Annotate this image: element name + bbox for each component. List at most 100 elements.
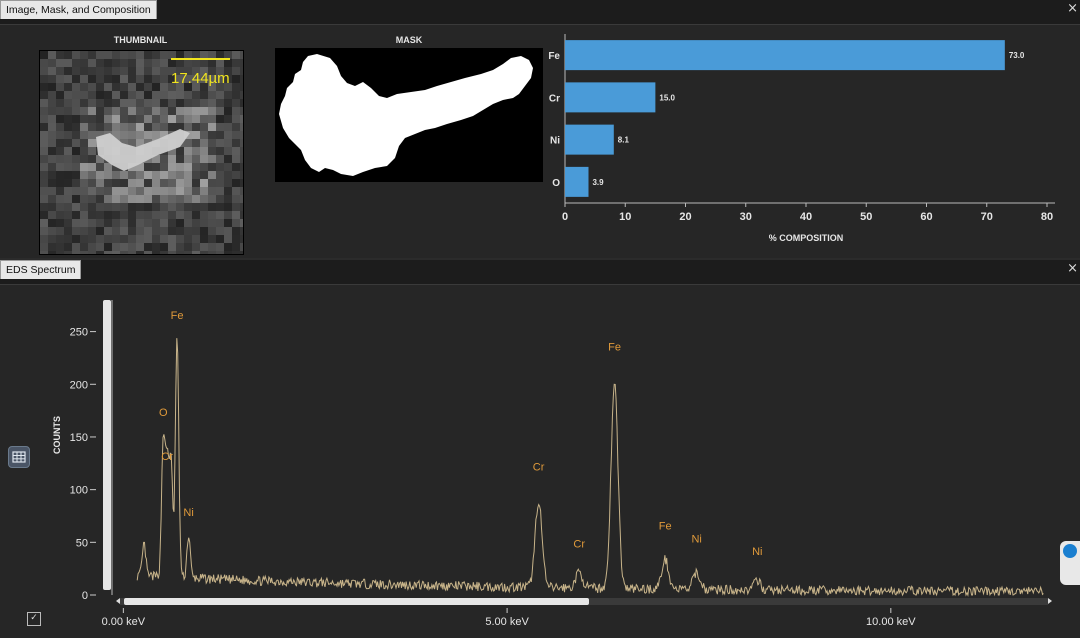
thumbnail-pixel (216, 195, 224, 203)
thumbnail-pixel (72, 139, 80, 147)
thumbnail-pixel (144, 203, 152, 211)
thumbnail-pixel (40, 251, 48, 254)
thumbnail-pixel (72, 99, 80, 107)
composition-category-label: Fe (548, 51, 560, 62)
thumbnail-pixel (208, 227, 216, 235)
thumbnail-pixel (96, 211, 104, 219)
thumbnail-pixel (136, 243, 144, 251)
thumbnail-pixel (240, 83, 243, 91)
right-dock-icon[interactable] (1060, 541, 1080, 585)
thumbnail-pixel (224, 115, 232, 123)
thumbnail-pixel (72, 163, 80, 171)
thumbnail-pixel (176, 251, 184, 254)
thumbnail-pixel (72, 75, 80, 83)
thumbnail-pixel (120, 195, 128, 203)
thumbnail-pixel (120, 59, 128, 67)
thumbnail-pixel (176, 187, 184, 195)
thumbnail-pixel (168, 155, 176, 163)
thumbnail-pixel (72, 107, 80, 115)
thumbnail-pixel (144, 131, 152, 139)
thumbnail-pixel (192, 243, 200, 251)
thumbnail-pixel (64, 83, 72, 91)
thumbnail-pixel (192, 171, 200, 179)
tab-image-mask-composition[interactable]: Image, Mask, and Composition (0, 0, 157, 19)
thumbnail-pixel (88, 51, 96, 59)
thumbnail-pixel (192, 203, 200, 211)
thumbnail-pixel (80, 219, 88, 227)
thumbnail-pixel (72, 59, 80, 67)
thumbnail-pixel (48, 107, 56, 115)
thumbnail-pixel (40, 187, 48, 195)
mask-header: MASK (395, 35, 423, 45)
peak-label-ni: Ni (691, 533, 701, 545)
thumbnail-pixel (88, 243, 96, 251)
thumbnail-pixel (208, 235, 216, 243)
thumbnail-pixel (48, 99, 56, 107)
thumbnail-pixel (152, 51, 160, 59)
thumbnail-pixel (136, 59, 144, 67)
checkbox-icon[interactable]: ✓ (27, 612, 41, 626)
thumbnail-pixel (88, 251, 96, 254)
thumbnail-pixel (56, 91, 64, 99)
thumbnail-pixel (48, 163, 56, 171)
thumbnail-pixel (160, 179, 168, 187)
thumbnail-pixel (160, 171, 168, 179)
thumbnail-pixel (112, 171, 120, 179)
thumbnail-pixel (56, 187, 64, 195)
thumbnail-pixel (48, 115, 56, 123)
thumbnail-pixel (40, 115, 48, 123)
thumbnail-pixel (176, 99, 184, 107)
thumbnail-pixel (80, 139, 88, 147)
thumbnail-pixel (176, 219, 184, 227)
thumbnail-pixel (184, 251, 192, 254)
thumbnail-pixel (120, 115, 128, 123)
tab-eds-spectrum[interactable]: EDS Spectrum (0, 260, 82, 279)
eds-y-tick-label: 250 (70, 327, 88, 339)
thumbnail-pixel (152, 235, 160, 243)
thumbnail-pixel (80, 211, 88, 219)
thumbnail-pixel (216, 219, 224, 227)
thumbnail-pixel (152, 219, 160, 227)
thumbnail-pixel (136, 83, 144, 91)
thumbnail-pixel (208, 163, 216, 171)
thumbnail-pixel (216, 115, 224, 123)
composition-axis-title: % COMPOSITION (769, 233, 844, 243)
thumbnail-pixel (168, 91, 176, 99)
thumbnail-pixel (40, 107, 48, 115)
thumbnail-pixel (128, 131, 136, 139)
thumbnail-pixel (168, 179, 176, 187)
thumbnail-pixel (128, 59, 136, 67)
close-icon[interactable]: × (1067, 2, 1078, 15)
thumbnail-pixel (168, 171, 176, 179)
thumbnail-pixel (88, 91, 96, 99)
thumbnail-pixel (152, 107, 160, 115)
eds-x-tick-label: 0.00 keV (102, 616, 146, 628)
thumbnail-pixel (192, 163, 200, 171)
thumbnail-pixel (64, 131, 72, 139)
eds-spectrum-chart: 0 50 100 150 200 250 COUNTS 0.00 keV 5.00 keV 10.… (52, 300, 1052, 628)
thumbnail-pixel (216, 203, 224, 211)
thumbnail-pixel (152, 187, 160, 195)
peak-label-o: O (159, 407, 168, 419)
thumbnail-pixel (48, 211, 56, 219)
close-icon[interactable]: × (1067, 262, 1078, 275)
thumbnail-pixel (128, 83, 136, 91)
scale-label: 17.44µm (171, 70, 230, 87)
thumbnail-pixel (96, 227, 104, 235)
composition-value-label: 8.1 (618, 136, 630, 145)
thumbnail-pixel (208, 195, 216, 203)
thumbnail-pixel (216, 243, 224, 251)
thumbnail-pixel (176, 115, 184, 123)
thumbnail-pixel (232, 75, 240, 83)
table-icon[interactable] (8, 446, 30, 468)
thumbnail-pixel (184, 203, 192, 211)
thumbnail-pixel (128, 171, 136, 179)
thumbnail-pixel (104, 227, 112, 235)
thumbnail-pixel (192, 235, 200, 243)
thumbnail-pixel (200, 179, 208, 187)
thumbnail-pixel (224, 235, 232, 243)
thumbnail-pixel (224, 99, 232, 107)
thumbnail-pixel (136, 187, 144, 195)
thumbnail-pixel (240, 219, 243, 227)
thumbnail-pixel (96, 59, 104, 67)
